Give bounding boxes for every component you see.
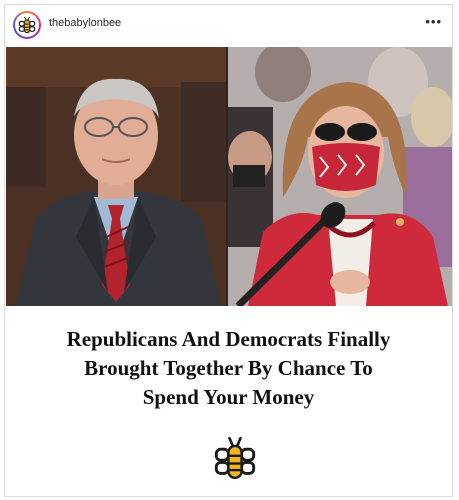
post-photo [6,47,452,306]
more-options-icon[interactable]: ••• [425,14,442,29]
headline-line-1: Republicans And Democrats Finally [66,327,391,351]
babylon-bee-logo-icon [213,436,257,480]
username[interactable]: thebabylonbee [49,17,121,29]
headline-line-2: Brought Together By Chance To [84,356,373,380]
post-headline: Republicans And Democrats Finally Brough… [5,325,452,412]
photo-right-woman [228,47,452,306]
babylon-bee-logo-icon [15,13,39,37]
post-header: thebabylonbee ••• [5,5,452,45]
headline-line-3: Spend Your Money [142,385,315,409]
post-card: thebabylonbee ••• Republicans And Democr… [4,4,453,497]
avatar[interactable] [13,11,41,39]
photo-left-man [6,47,228,306]
